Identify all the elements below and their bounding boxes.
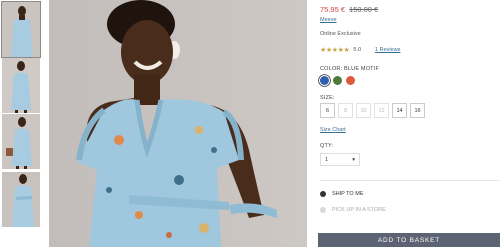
add-to-basket-button[interactable]: ADD TO BASKET <box>318 233 500 247</box>
model-photo <box>49 0 307 247</box>
main-product-image[interactable] <box>49 0 307 247</box>
size-option-8[interactable]: 8 <box>338 103 353 118</box>
thumbnail-image <box>2 114 40 169</box>
quantity-value: 1 <box>325 156 329 163</box>
size-label: SIZE: <box>320 95 335 101</box>
chevron-down-icon: ▾ <box>352 156 355 163</box>
original-price: 150.00 € <box>349 5 379 14</box>
quantity-label: QTY: <box>320 143 334 149</box>
ship-to-me-option[interactable]: SHIP TO ME <box>320 191 363 197</box>
sale-price: 75.95 € <box>320 5 346 14</box>
color-label: COLOR: BLUE MOTIF <box>320 66 380 72</box>
ship-to-me-label: SHIP TO ME <box>332 191 364 197</box>
pick-up-in-store-label: PICK UP IN A STORE <box>332 207 386 213</box>
size-option-12[interactable]: 12 <box>374 103 389 118</box>
price: 75.95 €150.00 € <box>320 5 378 14</box>
thumbnail-gallery <box>0 0 44 247</box>
divider <box>320 180 500 181</box>
pick-up-in-store-option[interactable]: PICK UP IN A STORE <box>320 207 386 213</box>
color-swatches <box>320 76 359 85</box>
size-option-6[interactable]: 6 <box>320 103 335 118</box>
quantity-select[interactable]: 1 ▾ <box>320 153 360 166</box>
thumbnail-1[interactable] <box>1 1 41 58</box>
swatch-green[interactable] <box>333 76 342 85</box>
size-option-16[interactable]: 16 <box>410 103 425 118</box>
swatch-orange[interactable] <box>346 76 355 85</box>
star-rating-icon: ★★★★★ <box>320 47 350 54</box>
thumbnail-4[interactable] <box>2 172 40 227</box>
thumbnail-3[interactable] <box>2 114 40 169</box>
product-info-panel: 75.95 €150.00 € Meeve Online Exclusive ★… <box>318 0 500 247</box>
product-modal-link[interactable]: Meeve <box>320 17 337 23</box>
thumbnail-image <box>2 172 40 227</box>
reviews-link[interactable]: 1 Reviews <box>375 47 400 53</box>
thumbnail-image <box>2 2 40 57</box>
thumbnail-2[interactable] <box>2 58 40 113</box>
swatch-blue[interactable] <box>320 76 329 85</box>
size-options: 6 8 10 12 14 16 <box>320 103 428 118</box>
size-option-14[interactable]: 14 <box>392 103 407 118</box>
rating-value: 5.0 <box>353 47 362 53</box>
size-chart-link[interactable]: Size Chart <box>320 127 346 133</box>
radio-selected-icon <box>320 191 326 197</box>
thumbnail-image <box>2 58 40 113</box>
online-exclusive-label: Online Exclusive <box>320 31 361 37</box>
size-option-10[interactable]: 10 <box>356 103 371 118</box>
radio-unselected-icon <box>320 207 326 213</box>
rating: ★★★★★ 5.0 1 Reviews <box>320 46 400 54</box>
